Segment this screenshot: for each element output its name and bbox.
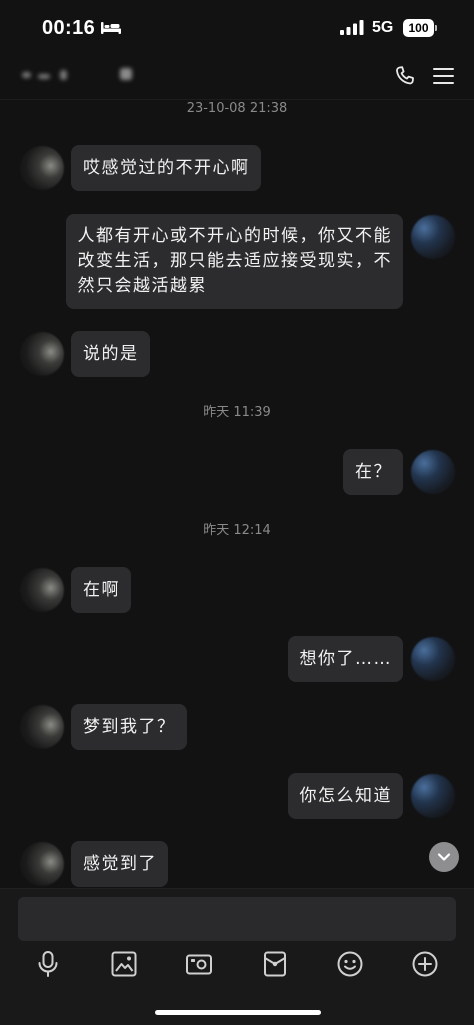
home-indicator[interactable]	[155, 1010, 321, 1015]
message-bubble[interactable]: 人都有开心或不开心的时候，你又不能 改变生活，那只能去适应接受现实，不 然只会越活越…	[65, 213, 403, 309]
menu-icon[interactable]	[433, 66, 454, 86]
my-avatar[interactable]	[411, 450, 455, 494]
message-row-incoming: 梦到我了？	[0, 704, 474, 750]
contact-avatar[interactable]	[20, 146, 64, 190]
message-line: 人都有开心或不开心的时候，你又不能	[77, 225, 392, 246]
image-icon[interactable]	[109, 949, 139, 979]
message-bubble[interactable]: 梦到我了？	[71, 704, 187, 750]
plus-icon[interactable]	[410, 949, 440, 979]
message-row-outgoing: 想你了……	[0, 635, 474, 682]
message-bubble[interactable]: 你怎么知道	[287, 772, 403, 819]
message-row-incoming: 感觉到了	[0, 841, 474, 887]
message-bubble[interactable]: 想你了……	[287, 635, 403, 682]
chevron-down-icon	[437, 853, 451, 861]
phone-icon[interactable]	[393, 64, 417, 88]
network-type: 5G	[372, 19, 394, 36]
message-bubble[interactable]: 在啊	[71, 567, 131, 613]
contact-name	[22, 66, 137, 84]
emoji-icon[interactable]	[335, 949, 365, 979]
message-row-outgoing: 人都有开心或不开心的时候，你又不能 改变生活，那只能去适应接受现实，不 然只会越活越…	[0, 213, 474, 309]
battery-nub	[435, 25, 437, 31]
composer-panel	[0, 888, 474, 1025]
my-avatar[interactable]	[411, 773, 455, 818]
red-packet-icon[interactable]	[260, 949, 290, 979]
cellular-signal-icon	[340, 20, 364, 35]
message-line: 然只会越活越累	[77, 275, 207, 296]
message-row-outgoing: 你怎么知道	[0, 772, 474, 819]
contact-avatar[interactable]	[20, 842, 64, 886]
my-avatar[interactable]	[411, 214, 455, 259]
timestamp: 昨天 11:39	[203, 405, 271, 420]
battery-icon: 100	[403, 19, 434, 37]
camera-icon[interactable]	[184, 949, 214, 979]
message-bubble[interactable]: 哎感觉过的不开心啊	[71, 145, 261, 191]
chat-screen: 00:16 5G 100 23-10-08 21:38 哎感觉过的不开心啊 人都…	[0, 0, 474, 1025]
mic-icon[interactable]	[33, 949, 63, 979]
my-avatar[interactable]	[411, 636, 455, 681]
message-bubble[interactable]: 感觉到了	[71, 841, 168, 887]
contact-avatar[interactable]	[20, 332, 64, 376]
timestamp: 23-10-08 21:38	[186, 101, 288, 116]
message-row-outgoing: 在？	[0, 449, 474, 495]
message-input[interactable]	[18, 897, 456, 941]
chat-header	[0, 50, 474, 100]
message-row-incoming: 哎感觉过的不开心啊	[0, 145, 474, 191]
message-row-incoming: 说的是	[0, 331, 474, 377]
message-bubble[interactable]: 说的是	[71, 331, 150, 377]
contact-avatar[interactable]	[20, 705, 64, 749]
message-list[interactable]: 23-10-08 21:38 哎感觉过的不开心啊人都有开心或不开心的时候，你又不能…	[0, 100, 474, 888]
timestamp: 昨天 12:14	[203, 523, 271, 538]
message-line: 改变生活，那只能去适应接受现实，不	[77, 250, 392, 271]
status-time: 00:16	[42, 17, 96, 39]
message-row-incoming: 在啊	[0, 567, 474, 613]
message-bubble[interactable]: 在？	[343, 449, 403, 495]
scroll-to-bottom-button[interactable]	[429, 842, 459, 872]
contact-avatar[interactable]	[20, 568, 64, 612]
bed-icon	[101, 22, 121, 34]
